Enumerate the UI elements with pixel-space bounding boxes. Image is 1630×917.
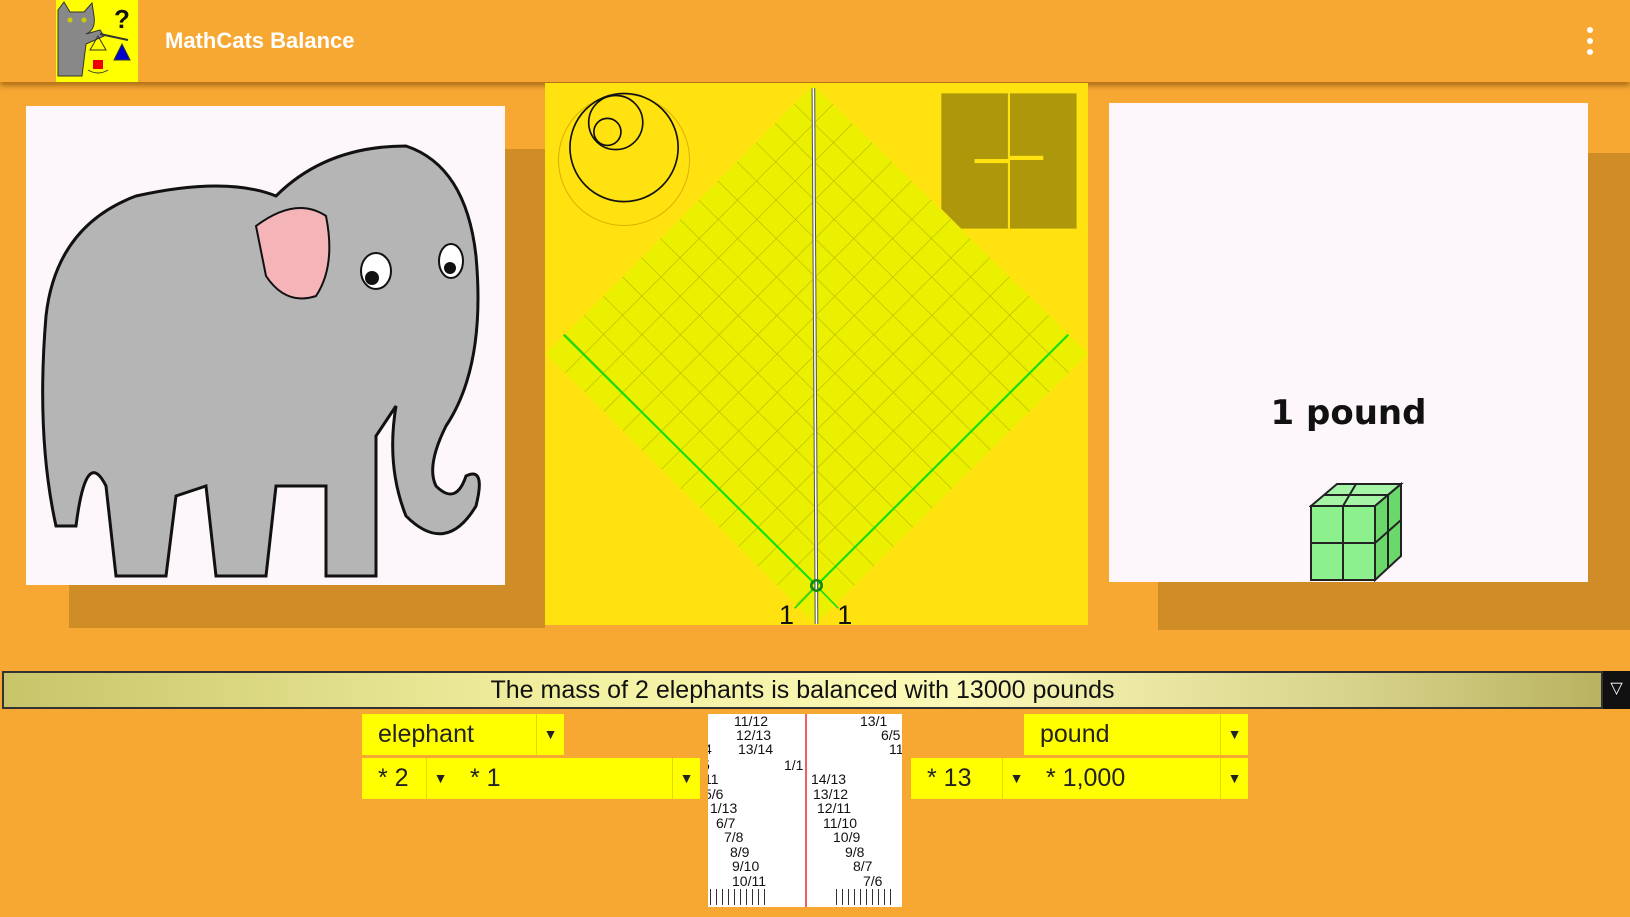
status-message: The mass of 2 elephants is balanced with…	[2, 671, 1603, 709]
wheel-fraction-right: 13/12	[813, 785, 849, 802]
left-unit-dropdown[interactable]: elephant ▼	[362, 714, 564, 755]
left-unit-value: elephant	[378, 720, 474, 748]
svg-text:?: ?	[114, 4, 130, 34]
wheel-fraction-left: 9/10	[732, 858, 760, 874]
wheel-fraction-right: 8/7	[853, 858, 873, 874]
wheel-fraction-left: 7/8	[724, 829, 744, 845]
right-unit-dropdown[interactable]: pound ▼	[1024, 714, 1248, 755]
spiral-faint-circle	[558, 93, 691, 227]
wheel-fraction-left: 4	[708, 742, 712, 757]
balance-diagram: 1 1	[546, 85, 1088, 630]
wheel-fraction-right: 10/9	[833, 829, 861, 845]
left-multiplier2-value: * 1	[470, 764, 501, 792]
chevron-down-icon[interactable]: ▼	[536, 714, 564, 755]
chevron-down-icon[interactable]: ▼	[1220, 714, 1248, 755]
left-count: 1	[779, 600, 794, 625]
wheel-fraction-left: 1/1	[784, 757, 804, 773]
wheel-fraction-left: 6/7	[716, 814, 736, 831]
chevron-down-icon[interactable]: ▼	[426, 758, 454, 799]
wheel-ticks-right	[836, 889, 896, 905]
wheel-fraction-right: 14/13	[811, 771, 847, 787]
left-multiplier1-value: * 2	[378, 764, 409, 792]
wheel-fraction-left: 5/6	[708, 785, 724, 802]
left-pan[interactable]	[26, 106, 505, 585]
level-mark-left	[974, 158, 1009, 164]
chevron-down-icon[interactable]: ▼	[672, 758, 700, 799]
wheel-fraction-right: 11	[889, 741, 902, 757]
chevron-down-icon[interactable]: ▼	[1220, 758, 1248, 799]
more-vert-icon[interactable]	[1580, 24, 1600, 58]
fraction-wheel[interactable]: 11/1212/1313/14451/1115/61/136/77/88/99/…	[708, 714, 902, 907]
left-multiplier2-dropdown[interactable]: * 1 ▼	[454, 758, 700, 799]
elephant-image	[41, 144, 481, 578]
chevron-down-icon[interactable]: ▼	[1002, 758, 1030, 799]
right-multiplier2-dropdown[interactable]: * 1,000 ▼	[1030, 758, 1248, 799]
right-unit-value: pound	[1040, 720, 1110, 748]
right-multiplier1-value: * 13	[927, 764, 972, 792]
wheel-fraction-left: 13/14	[738, 741, 774, 757]
wheel-fraction-left: 10/11	[732, 872, 766, 889]
right-multiplier2-value: * 1,000	[1046, 764, 1126, 792]
right-pan[interactable]: 1 pound	[1109, 103, 1588, 582]
wheel-fraction-left: 8/9	[730, 843, 750, 860]
wheel-fraction-left: 1/13	[710, 800, 738, 816]
app-title: MathCats Balance	[165, 28, 355, 53]
cat-logo-icon: ?	[57, 1, 131, 77]
level-mark-right	[1008, 155, 1044, 160]
wheel-fraction-right: 11/10	[823, 814, 857, 831]
cube-icon	[1309, 481, 1404, 582]
app-bar: ? MathCats Balance	[0, 0, 1630, 82]
app-logo: ?	[56, 0, 138, 82]
wheel-fraction-right: 7/6	[863, 872, 883, 889]
right-count: 1	[837, 600, 852, 625]
wheel-center-line	[805, 714, 807, 907]
spiral-circle-small	[593, 117, 622, 147]
left-multiplier1-dropdown[interactable]: * 2 ▼	[362, 758, 454, 799]
right-object-label: 1 pound	[1270, 393, 1427, 433]
wheel-fraction-left: 11	[708, 771, 719, 787]
wheel-fraction-right: 12/11	[817, 800, 851, 816]
message-dropdown-button[interactable]: ▽	[1603, 671, 1630, 709]
wheel-fraction-right: 9/8	[845, 843, 865, 860]
balance-panel[interactable]: 1 1	[545, 83, 1088, 630]
wheel-ticks-left	[710, 889, 765, 905]
right-multiplier1-dropdown[interactable]: * 13 ▼	[911, 758, 1030, 799]
